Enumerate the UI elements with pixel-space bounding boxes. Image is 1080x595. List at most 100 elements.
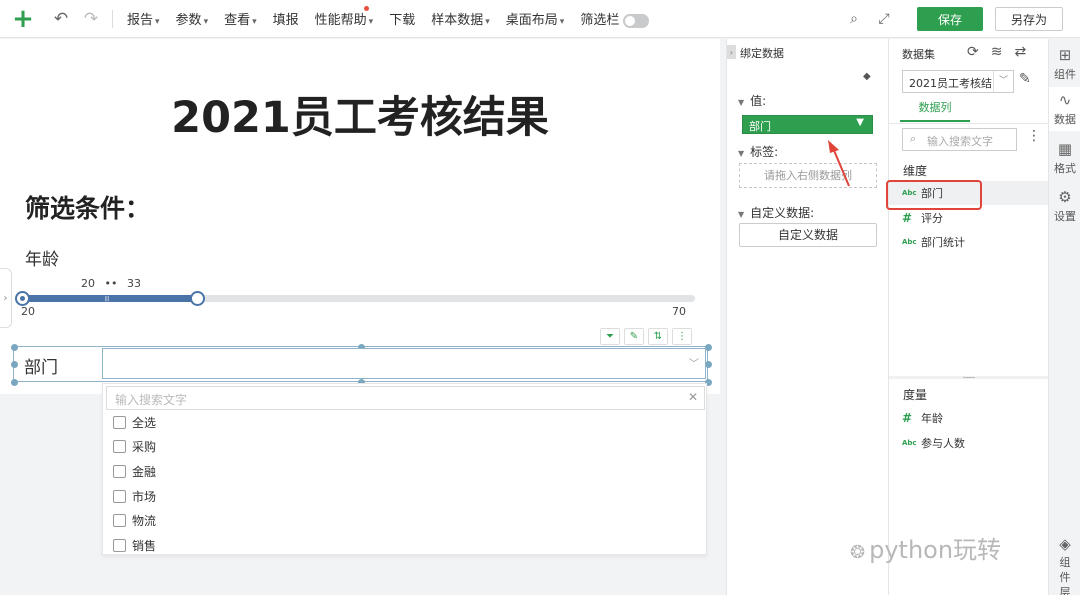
redo-icon[interactable]: ↷: [76, 9, 106, 29]
value-section[interactable]: ▼ 值:: [738, 92, 766, 109]
range-handle-high[interactable]: [189, 291, 205, 306]
field-search-input[interactable]: ⌕ 输入搜索文字: [902, 128, 1017, 151]
more-options-icon[interactable]: ⋮: [1027, 128, 1041, 144]
chevron-down-icon[interactable]: ﹀: [993, 71, 1013, 92]
widget-toolbar: ⏷ ✎ ⇅ ⋮: [600, 328, 692, 345]
side-tab-4[interactable]: ◈ 组件层: [1049, 531, 1080, 595]
toolbar-divider: [112, 9, 113, 28]
dept-option[interactable]: 销售: [113, 536, 156, 556]
menu-label: 筛选栏: [580, 13, 620, 28]
database-icon[interactable]: ≋: [991, 44, 1003, 60]
menu-5[interactable]: 下载: [381, 9, 423, 28]
triangle-down-icon[interactable]: ▼: [856, 117, 864, 128]
panel-splitter[interactable]: [889, 376, 1049, 379]
field-item[interactable]: # 年龄: [902, 407, 943, 429]
collapse-panel-icon[interactable]: ›: [727, 45, 736, 59]
value-section-label: 值:: [750, 94, 767, 108]
checkbox[interactable]: [113, 440, 126, 454]
range-fill[interactable]: |||: [22, 295, 197, 302]
range-grip-icon[interactable]: |||: [104, 296, 109, 302]
format-icon: ▦: [1057, 140, 1073, 158]
resize-handle[interactable]: [11, 361, 18, 368]
dept-option[interactable]: 全选: [113, 412, 156, 432]
menu-label: 参数: [175, 13, 202, 28]
menu-0[interactable]: 报告 ▾: [119, 9, 168, 28]
menu-2[interactable]: 查看 ▾: [216, 9, 265, 28]
resize-handle[interactable]: [11, 344, 18, 351]
component-icon: ⊞: [1058, 46, 1072, 64]
chevron-down-icon[interactable]: ﹀: [689, 355, 699, 370]
age-range-slider[interactable]: |||: [15, 291, 695, 306]
filter-bar-toggle[interactable]: [623, 13, 650, 28]
preview-icon[interactable]: ⌕: [839, 11, 869, 27]
dept-option[interactable]: 金融: [113, 461, 156, 481]
checkbox[interactable]: [113, 489, 126, 503]
more-icon[interactable]: ⋮: [672, 328, 692, 345]
save-button[interactable]: 保存: [917, 7, 983, 31]
dept-option[interactable]: 物流: [113, 511, 156, 531]
chevron-down-icon: ▼: [738, 210, 745, 219]
add-icon[interactable]: +: [0, 0, 46, 38]
resize-handle[interactable]: [11, 379, 18, 386]
tab-data-columns[interactable]: 数据列: [900, 97, 970, 122]
menu-label: 桌面布局: [505, 13, 558, 28]
value-field-chip[interactable]: 部门 ▼: [742, 115, 873, 134]
side-tab-2[interactable]: ▦ 格式: [1049, 136, 1080, 180]
field-item[interactable]: Abc 参与人数: [902, 432, 965, 454]
eraser-icon[interactable]: ◆: [863, 71, 871, 82]
undo-icon[interactable]: ↶: [46, 9, 76, 29]
field-item[interactable]: Abc 部门统计: [902, 231, 965, 253]
checkbox[interactable]: [113, 514, 126, 528]
side-tab-3[interactable]: ⚙ 设置: [1049, 184, 1080, 228]
dept-option[interactable]: 市场: [113, 486, 156, 506]
dropdown-search-input[interactable]: 输入搜索文字 ✕: [106, 386, 705, 410]
option-label: 全选: [132, 415, 157, 430]
custom-data-section[interactable]: ▼ 自定义数据:: [738, 204, 814, 221]
dept-option[interactable]: 采购: [113, 437, 156, 457]
label-drop-zone[interactable]: 请拖入右侧数据列: [739, 163, 877, 188]
checkbox[interactable]: [113, 539, 126, 552]
menu-6[interactable]: 样本数据 ▾: [423, 9, 498, 28]
resize-handle[interactable]: [705, 344, 712, 351]
number-type-icon: #: [902, 210, 913, 225]
checkbox[interactable]: [113, 415, 126, 429]
menu-7[interactable]: 桌面布局 ▾: [498, 9, 573, 28]
resize-handle[interactable]: [705, 361, 712, 368]
edit-icon[interactable]: ✎: [624, 328, 644, 345]
chevron-down-icon: ▾: [252, 17, 257, 27]
binding-title: 绑定数据: [740, 47, 784, 60]
checkbox[interactable]: [113, 464, 126, 478]
collapse-left-icon[interactable]: ›: [0, 268, 12, 328]
menu-8[interactable]: 筛选栏: [572, 9, 657, 28]
tab-divider: [889, 123, 1049, 124]
filter-icon[interactable]: ⏷: [600, 328, 620, 345]
label-section-label: 标签:: [750, 145, 779, 159]
clear-icon[interactable]: ✕: [688, 390, 698, 404]
chevron-down-icon: ▾: [559, 17, 565, 27]
fullscreen-icon[interactable]: ⤢: [869, 11, 899, 27]
sort-icon[interactable]: ⇅: [648, 328, 668, 345]
side-tab-0[interactable]: ⊞ 组件: [1049, 42, 1080, 86]
dataset-panel: 数据集 ⟳ ≋ ⇄ 2021员工考核结 ﹀ ✎ 数据列 ⌕ 输入搜索文字 ⋮ 维度 …: [886, 39, 1049, 595]
dept-select[interactable]: ﹀: [102, 348, 706, 379]
side-tab-label: 组件: [1054, 68, 1076, 81]
range-readout-separator: ••: [104, 277, 118, 290]
range-handle-low[interactable]: [15, 291, 30, 306]
refresh-icon[interactable]: ⟳: [967, 44, 979, 60]
label-section[interactable]: ▼ 标签:: [738, 143, 778, 160]
menu-3[interactable]: 填报: [265, 9, 307, 28]
menu-1[interactable]: 参数 ▾: [168, 9, 217, 28]
chevron-down-icon: ▾: [203, 17, 209, 27]
side-tab-1[interactable]: ∿ 数据: [1049, 87, 1080, 131]
value-chip-label: 部门: [749, 120, 771, 133]
custom-data-button[interactable]: 自定义数据: [739, 223, 877, 247]
right-tab-strip: ⊞ 组件 ∿ 数据 ▦ 格式 ⚙ 设置 ◈ 组件层: [1048, 39, 1080, 595]
switch-icon[interactable]: ⇄: [1014, 44, 1026, 60]
edit-dataset-icon[interactable]: ✎: [1019, 71, 1031, 87]
dimension-heading: 维度: [903, 164, 928, 178]
notification-dot: [364, 6, 370, 11]
menu-4[interactable]: 性能帮助 ▾: [307, 6, 382, 28]
data-icon: ∿: [1058, 91, 1072, 109]
dataset-select[interactable]: 2021员工考核结 ﹀: [902, 70, 1014, 93]
save-as-button[interactable]: 另存为: [995, 7, 1063, 31]
